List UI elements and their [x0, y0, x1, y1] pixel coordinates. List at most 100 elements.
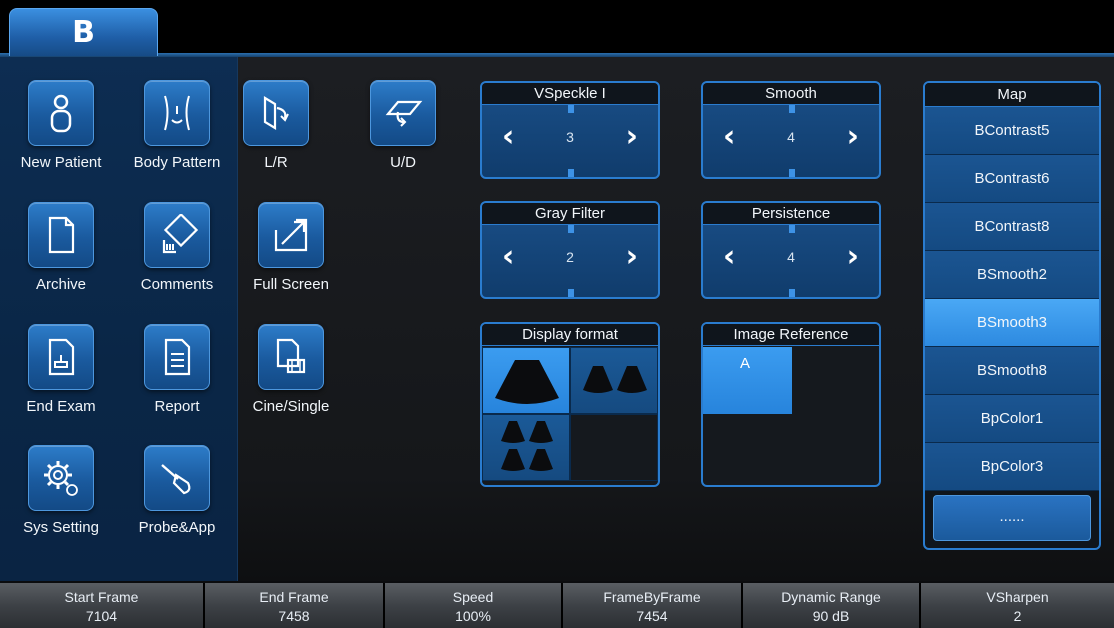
- map-item-bcontrast5[interactable]: BContrast5: [925, 107, 1099, 155]
- mode-tab-b[interactable]: B: [9, 8, 158, 56]
- increase-arrow-icon[interactable]: ›: [626, 119, 638, 154]
- param-title: Smooth: [703, 83, 879, 105]
- end-frame-control[interactable]: End Frame 7458: [205, 583, 385, 628]
- format-dual[interactable]: [570, 347, 658, 414]
- start-frame-label: Start Frame: [64, 589, 139, 605]
- param-smooth: Smooth ‹ 4 ›: [701, 81, 881, 179]
- sys-setting-button[interactable]: Sys Setting: [3, 445, 119, 536]
- frame-by-frame-label: FrameByFrame: [603, 589, 701, 605]
- frame-by-frame-value: 7454: [636, 608, 668, 624]
- map-item-bcontrast8[interactable]: BContrast8: [925, 203, 1099, 251]
- report-label: Report: [154, 398, 200, 415]
- display-format-title: Display format: [482, 324, 658, 346]
- map-item-bpcolor1[interactable]: BpColor1: [925, 395, 1099, 443]
- flip-lr-button[interactable]: L/R: [231, 80, 321, 171]
- param-bottom-tick: [568, 289, 574, 297]
- map-list: Map BContrast5 BContrast6 BContrast8 BSm…: [923, 81, 1101, 550]
- start-frame-control[interactable]: Start Frame 7104: [0, 583, 205, 628]
- comments-icon: [144, 202, 210, 268]
- param-top-tick: [568, 225, 574, 233]
- param-top-tick: [789, 105, 795, 113]
- end-exam-button[interactable]: End Exam: [3, 324, 119, 415]
- param-bottom-tick: [789, 169, 795, 177]
- param-gray-filter: Gray Filter ‹ 2 ›: [480, 201, 660, 299]
- increase-arrow-icon[interactable]: ›: [847, 119, 859, 154]
- format-single[interactable]: [482, 347, 570, 414]
- dynamic-range-value: 90 dB: [812, 608, 850, 624]
- increase-arrow-icon[interactable]: ›: [847, 239, 859, 274]
- map-item-bsmooth2[interactable]: BSmooth2: [925, 251, 1099, 299]
- speed-control[interactable]: Speed 100%: [385, 583, 563, 628]
- param-top-tick: [568, 105, 574, 113]
- full-screen-label: Full Screen: [253, 276, 329, 293]
- map-item-bsmooth8[interactable]: BSmooth8: [925, 347, 1099, 395]
- end-frame-value: 7458: [278, 608, 310, 624]
- vsharpen-control[interactable]: VSharpen 2: [921, 583, 1114, 628]
- param-title: Gray Filter: [482, 203, 658, 225]
- cine-single-button[interactable]: Cine/Single: [246, 324, 336, 415]
- end-exam-label: End Exam: [26, 398, 96, 415]
- cine-single-label: Cine/Single: [252, 398, 330, 415]
- archive-icon: [28, 202, 94, 268]
- speed-value: 100%: [455, 608, 491, 624]
- probe-app-label: Probe&App: [138, 519, 216, 536]
- vsharpen-label: VSharpen: [986, 589, 1049, 605]
- gear-icon: [28, 445, 94, 511]
- new-patient-label: New Patient: [20, 154, 102, 171]
- flip-lr-label: L/R: [264, 154, 288, 171]
- archive-button[interactable]: Archive: [3, 202, 119, 293]
- flip-lr-icon: [243, 80, 309, 146]
- flip-ud-button[interactable]: U/D: [358, 80, 448, 171]
- report-button[interactable]: Report: [119, 324, 235, 415]
- archive-label: Archive: [35, 276, 87, 293]
- dynamic-range-control[interactable]: Dynamic Range 90 dB: [743, 583, 921, 628]
- comments-button[interactable]: Comments: [119, 202, 235, 293]
- param-title: VSpeckle I: [482, 83, 658, 105]
- probe-icon: [144, 445, 210, 511]
- param-title: Persistence: [703, 203, 879, 225]
- full-screen-icon: [258, 202, 324, 268]
- frame-by-frame-control[interactable]: FrameByFrame 7454: [563, 583, 743, 628]
- new-patient-icon: [28, 80, 94, 146]
- sector-dual-icon: [583, 366, 647, 393]
- dynamic-range-label: Dynamic Range: [781, 589, 881, 605]
- sector-quad-icon: [501, 421, 553, 471]
- map-item-bpcolor3[interactable]: BpColor3: [925, 443, 1099, 491]
- report-icon: [144, 324, 210, 390]
- probe-app-button[interactable]: Probe&App: [119, 445, 235, 536]
- end-exam-icon: [28, 324, 94, 390]
- param-bottom-tick: [789, 289, 795, 297]
- param-bottom-tick: [568, 169, 574, 177]
- sector-single-icon: [495, 360, 559, 404]
- bottom-bar: Start Frame 7104 End Frame 7458 Speed 10…: [0, 583, 1114, 628]
- flip-ud-icon: [370, 80, 436, 146]
- map-more-button[interactable]: ......: [933, 495, 1091, 541]
- param-vspeckle: VSpeckle I ‹ 3 ›: [480, 81, 660, 179]
- map-item-bsmooth3[interactable]: BSmooth3: [925, 299, 1099, 347]
- sys-setting-label: Sys Setting: [23, 519, 99, 536]
- image-reference-a[interactable]: A: [703, 347, 792, 414]
- body-pattern-button[interactable]: Body Pattern: [119, 80, 235, 171]
- comments-label: Comments: [140, 276, 214, 293]
- top-bar: [0, 0, 1114, 56]
- flip-ud-label: U/D: [390, 154, 416, 171]
- end-frame-label: End Frame: [259, 589, 329, 605]
- body-pattern-icon: [144, 80, 210, 146]
- full-screen-button[interactable]: Full Screen: [246, 202, 336, 293]
- map-title: Map: [925, 83, 1099, 107]
- image-reference-box: Image Reference A: [701, 322, 881, 487]
- param-persistence: Persistence ‹ 4 ›: [701, 201, 881, 299]
- map-item-bcontrast6[interactable]: BContrast6: [925, 155, 1099, 203]
- format-quad[interactable]: [482, 414, 570, 481]
- display-format-box: Display format: [480, 322, 660, 487]
- start-frame-value: 7104: [85, 608, 118, 624]
- image-reference-title: Image Reference: [703, 324, 879, 346]
- speed-label: Speed: [452, 589, 494, 605]
- cine-single-icon: [258, 324, 324, 390]
- param-top-tick: [789, 225, 795, 233]
- new-patient-button[interactable]: New Patient: [3, 80, 119, 171]
- body-pattern-label: Body Pattern: [133, 154, 221, 171]
- format-empty-cell: [570, 414, 658, 481]
- vsharpen-value: 2: [1013, 608, 1022, 624]
- increase-arrow-icon[interactable]: ›: [626, 239, 638, 274]
